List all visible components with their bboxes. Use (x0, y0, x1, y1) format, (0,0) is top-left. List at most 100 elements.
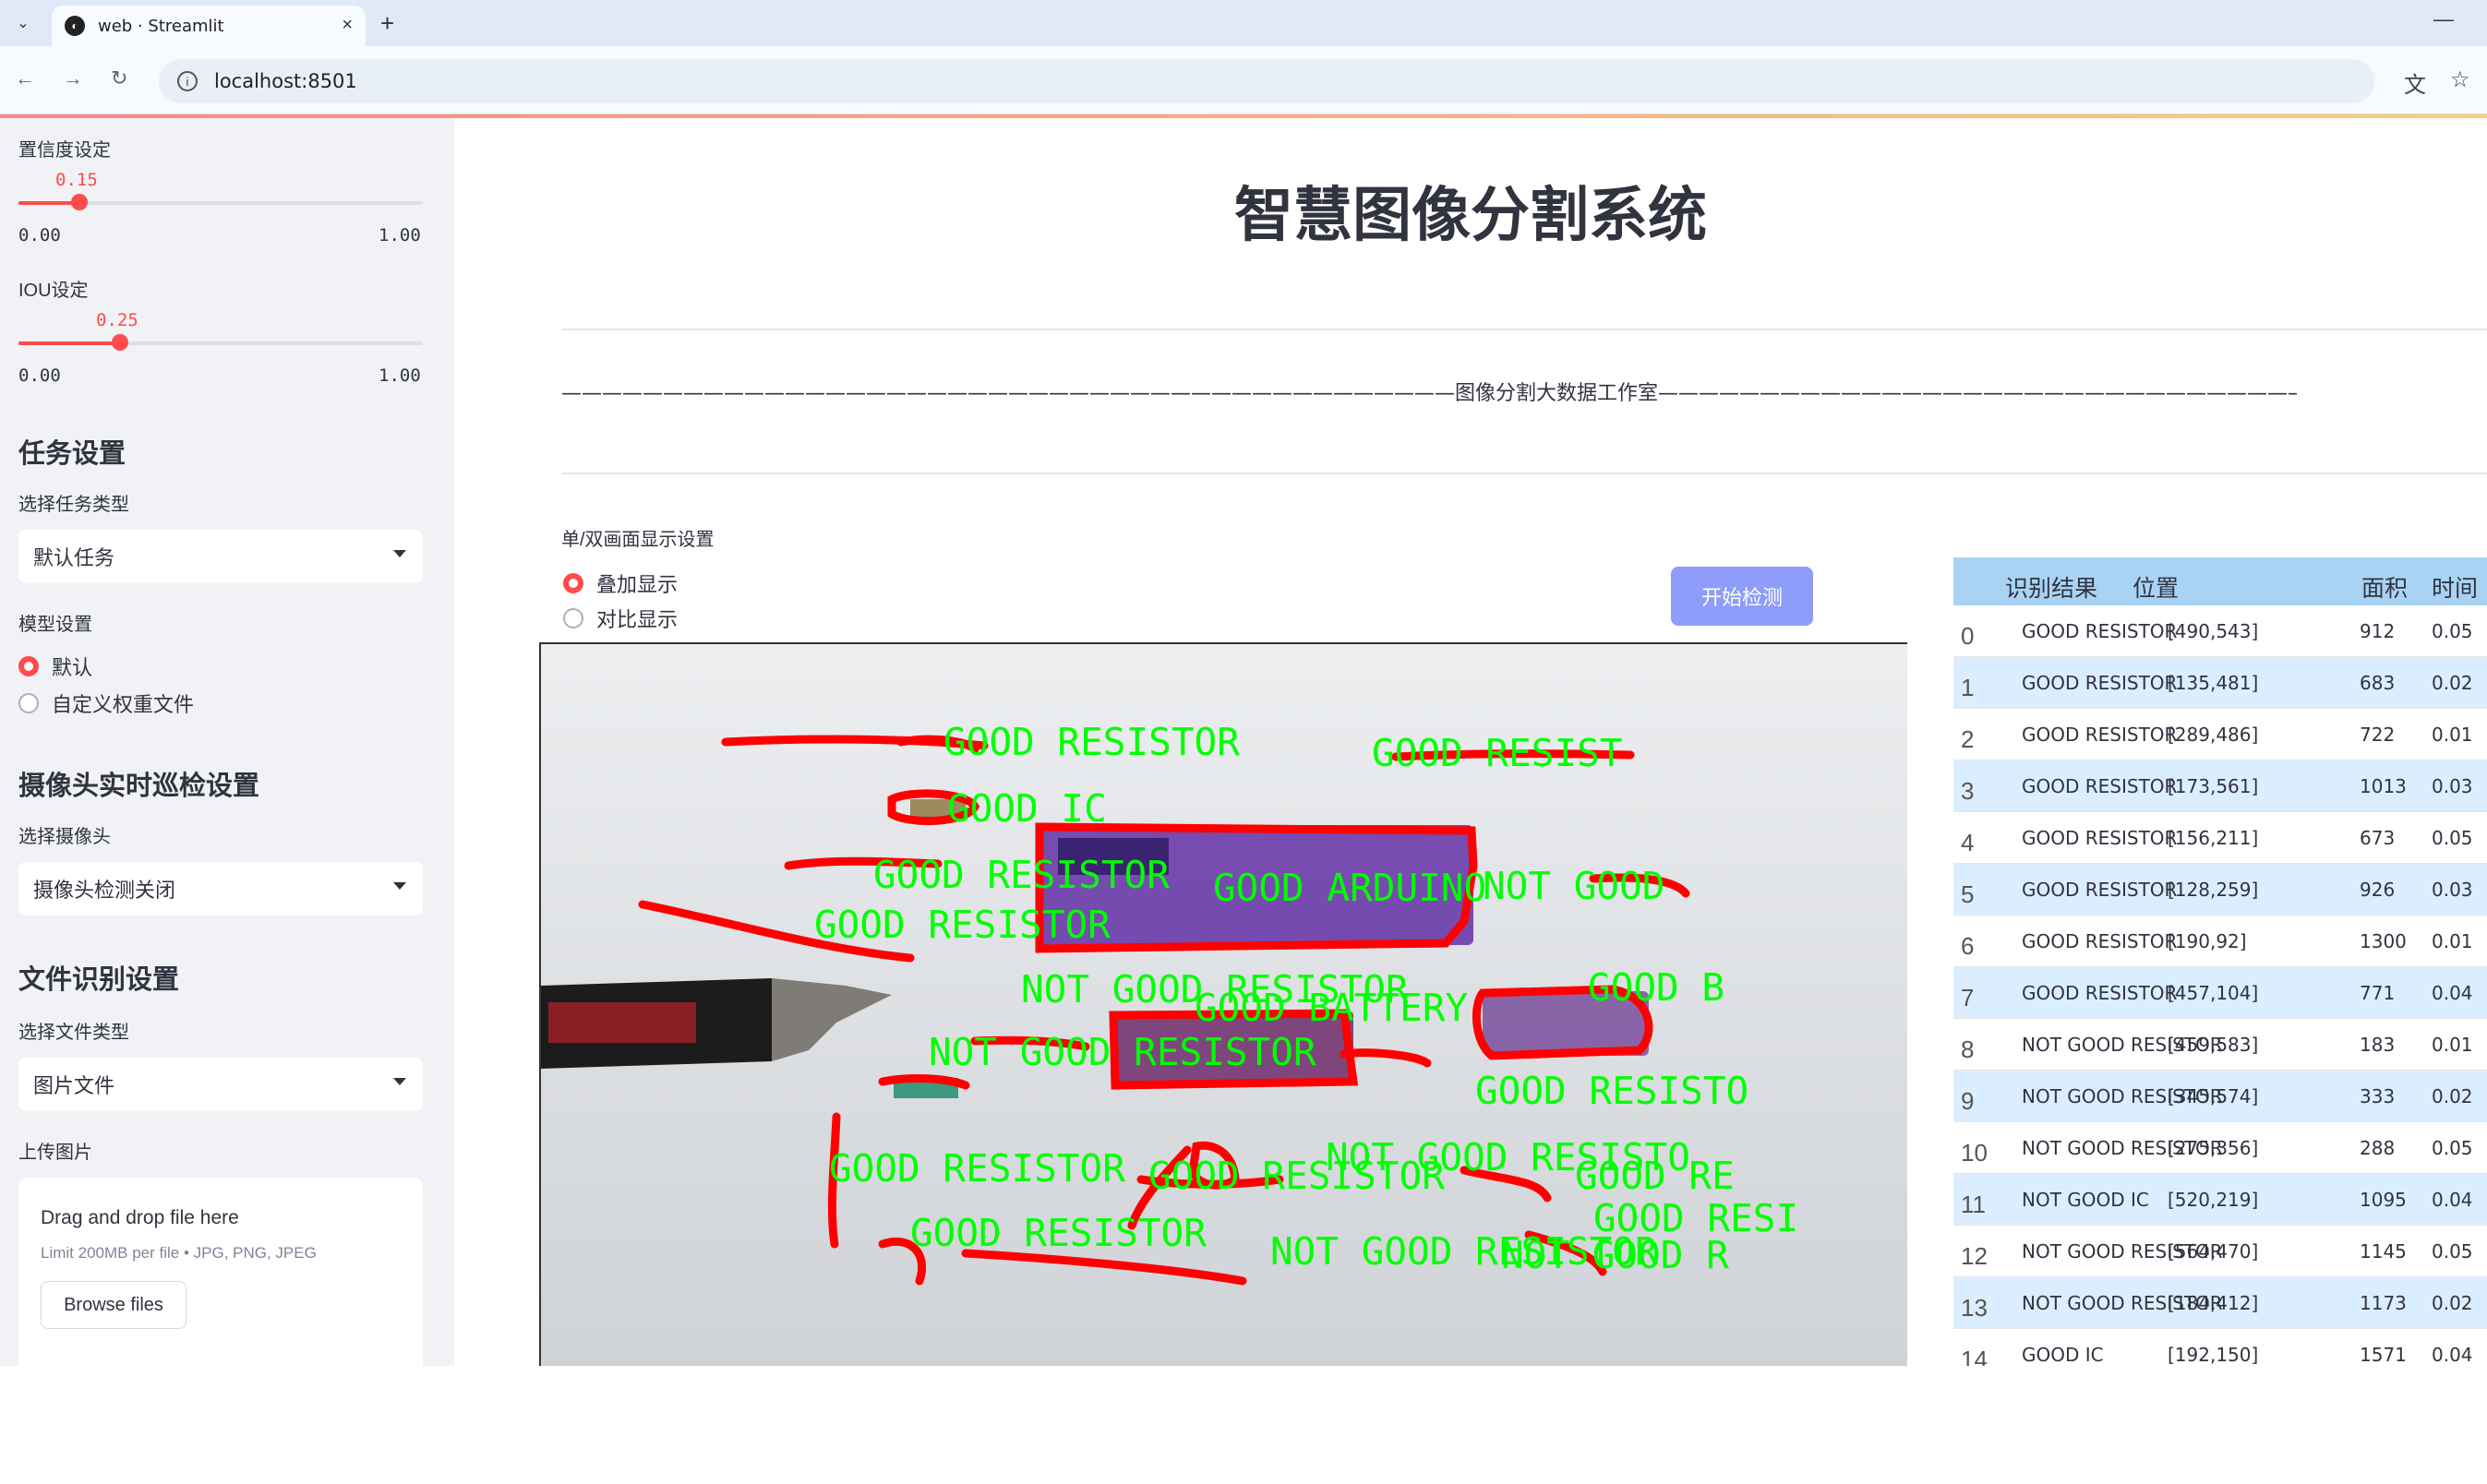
row-time: 0.01 (2432, 724, 2473, 746)
display-option-compare[interactable]: 对比显示 (563, 604, 678, 633)
task-type-select[interactable]: 默认任务 (18, 530, 423, 583)
table-row[interactable]: 12 NOT GOOD RESISTOR [564,470] 1145 0.05 (1953, 1226, 2487, 1277)
row-position: [490,543] (2168, 620, 2259, 642)
table-row[interactable]: 13 NOT GOOD RESISTOR [184,412] 1173 0.02 (1953, 1277, 2487, 1329)
row-index: 10 (1961, 1139, 1988, 1167)
col-result[interactable]: 识别结果 (2005, 570, 2097, 604)
row-position: [520,219] (2168, 1189, 2259, 1211)
model-option-default[interactable]: 默认 (18, 652, 92, 681)
confidence-slider-fill (18, 201, 79, 205)
confidence-max: 1.00 (378, 225, 421, 245)
confidence-slider-thumb[interactable] (70, 194, 88, 210)
row-result: GOOD RESISTOR (2022, 930, 2178, 952)
col-position[interactable]: 位置 (2133, 570, 2179, 604)
tab-search-chevron-icon[interactable]: ⌄ (9, 9, 37, 37)
table-row[interactable]: 0 GOOD RESISTOR [490,543] 912 0.05 (1953, 605, 2487, 657)
bookmark-star-icon[interactable]: ☆ (2450, 66, 2470, 93)
detection-label: GOOD RESISTOR (873, 853, 1170, 897)
row-index: 11 (1961, 1191, 1986, 1218)
studio-banner: ————————————————————————————————————————… (561, 382, 2297, 405)
row-time: 0.05 (2432, 827, 2473, 849)
iou-value: 0.25 (96, 310, 138, 330)
file-type-label: 选择文件类型 (18, 1023, 129, 1043)
browser-tab[interactable]: ◐ web · Streamlit × (52, 6, 366, 46)
start-detection-button[interactable]: 开始检测 (1671, 567, 1813, 626)
iou-min: 0.00 (18, 365, 61, 386)
confidence-min: 0.00 (18, 225, 61, 245)
radio-unselected-icon[interactable] (563, 608, 583, 628)
row-index: 0 (1961, 622, 1975, 650)
task-type-label: 选择任务类型 (18, 495, 129, 515)
table-row[interactable]: 5 GOOD RESISTOR [128,259] 926 0.03 (1953, 864, 2487, 916)
radio-selected-icon[interactable] (18, 656, 39, 676)
url-text[interactable]: localhost:8501 (214, 70, 357, 92)
file-type-select[interactable]: 图片文件 (18, 1058, 423, 1111)
results-table[interactable]: 识别结果 位置 面积 时间 0 GOOD RESISTOR [490,543] 912… (1953, 557, 2487, 1366)
back-arrow-icon[interactable]: ← (15, 66, 35, 90)
table-row[interactable]: 9 NOT GOOD RESISTOR [345,574] 333 0.02 (1953, 1071, 2487, 1122)
table-row[interactable]: 11 NOT GOOD IC [520,219] 1095 0.04 (1953, 1174, 2487, 1226)
detection-label: GOOD ARDUINO (1213, 866, 1486, 910)
row-position: [192,150] (2168, 1344, 2259, 1366)
row-index: 14 (1961, 1346, 1988, 1366)
iou-slider-thumb[interactable] (111, 334, 128, 351)
table-row[interactable]: 3 GOOD RESISTOR [173,561] 1013 0.03 (1953, 760, 2487, 812)
table-row[interactable]: 4 GOOD RESISTOR [156,211] 673 0.05 (1953, 812, 2487, 864)
streamlit-favicon-icon: ◐ (65, 16, 85, 36)
row-area: 288 (2360, 1137, 2396, 1159)
address-bar[interactable]: i localhost:8501 (159, 59, 2374, 103)
row-index: 8 (1961, 1035, 1975, 1063)
page-title: 智慧图像分割系统 (1234, 182, 1707, 248)
confidence-slider[interactable] (18, 194, 423, 210)
reload-icon[interactable]: ↻ (111, 66, 127, 90)
detection-label: GOOD RE (1575, 1154, 1735, 1198)
radio-selected-icon[interactable] (563, 573, 583, 593)
row-position: [564,470] (2168, 1240, 2259, 1263)
dropzone-limit: Limit 200MB per file • JPG, PNG, JPEG (41, 1244, 317, 1262)
browse-files-button[interactable]: Browse files (41, 1281, 186, 1329)
detection-label: GOOD IC (947, 786, 1107, 831)
table-row[interactable]: 7 GOOD RESISTOR [457,104] 771 0.04 (1953, 967, 2487, 1019)
col-area[interactable]: 面积 (2361, 570, 2408, 604)
detection-label: GOOD BATTERY (1195, 986, 1468, 1030)
table-row[interactable]: 6 GOOD RESISTOR [190,92] 1300 0.01 (1953, 916, 2487, 967)
file-dropzone[interactable]: Drag and drop file here Limit 200MB per … (18, 1178, 423, 1484)
detection-result-image: GOOD RESISTOR GOOD RESIST GOOD IC GOOD RESI… (539, 642, 1907, 1366)
row-position: [459,583] (2168, 1034, 2259, 1056)
col-time[interactable]: 时间 (2432, 570, 2478, 604)
model-option-custom[interactable]: 自定义权重文件 (18, 688, 194, 718)
row-area: 1013 (2360, 775, 2407, 797)
tab-close-icon[interactable]: × (342, 15, 353, 36)
table-row[interactable]: 2 GOOD RESISTOR [289,486] 722 0.01 (1953, 709, 2487, 760)
dropzone-title: Drag and drop file here (41, 1207, 239, 1228)
browser-tab-bar: ⌄ ◐ web · Streamlit × + — (0, 0, 2487, 46)
row-position: [345,574] (2168, 1085, 2259, 1107)
row-position: [190,92] (2168, 930, 2247, 952)
table-row[interactable]: 1 GOOD RESISTOR [135,481] 683 0.02 (1953, 657, 2487, 709)
table-row[interactable]: 14 GOOD IC [192,150] 1571 0.04 (1953, 1329, 2487, 1366)
camera-select[interactable]: 摄像头检测关闭 (18, 862, 423, 916)
row-time: 0.05 (2432, 1137, 2473, 1159)
detection-label: NOT GOOD R (1501, 1233, 1729, 1277)
site-info-icon[interactable]: i (177, 71, 198, 91)
row-index: 7 (1961, 984, 1975, 1011)
row-position: [173,561] (2168, 775, 2259, 797)
display-option-overlay[interactable]: 叠加显示 (563, 568, 678, 598)
window-minimize-icon[interactable]: — (2433, 7, 2454, 31)
table-row[interactable]: 8 NOT GOOD RESISTOR [459,583] 183 0.01 (1953, 1019, 2487, 1071)
row-area: 1145 (2360, 1240, 2407, 1263)
forward-arrow-icon[interactable]: → (63, 66, 83, 90)
row-position: [457,104] (2168, 982, 2259, 1004)
model-option-custom-label: 自定义权重文件 (52, 693, 195, 716)
radio-unselected-icon[interactable] (18, 693, 39, 713)
row-area: 183 (2360, 1034, 2396, 1056)
translate-icon[interactable]: 文 (2404, 66, 2426, 99)
row-time: 0.02 (2432, 1292, 2473, 1314)
new-tab-icon[interactable]: + (380, 9, 394, 38)
iou-slider[interactable] (18, 334, 423, 351)
row-time: 0.05 (2432, 620, 2473, 642)
row-result: GOOD RESISTOR (2022, 879, 2178, 901)
tab-title: web · Streamlit (98, 16, 224, 36)
table-row[interactable]: 10 NOT GOOD RESISTOR [275,356] 288 0.05 (1953, 1122, 2487, 1174)
row-result: GOOD RESISTOR (2022, 775, 2178, 797)
